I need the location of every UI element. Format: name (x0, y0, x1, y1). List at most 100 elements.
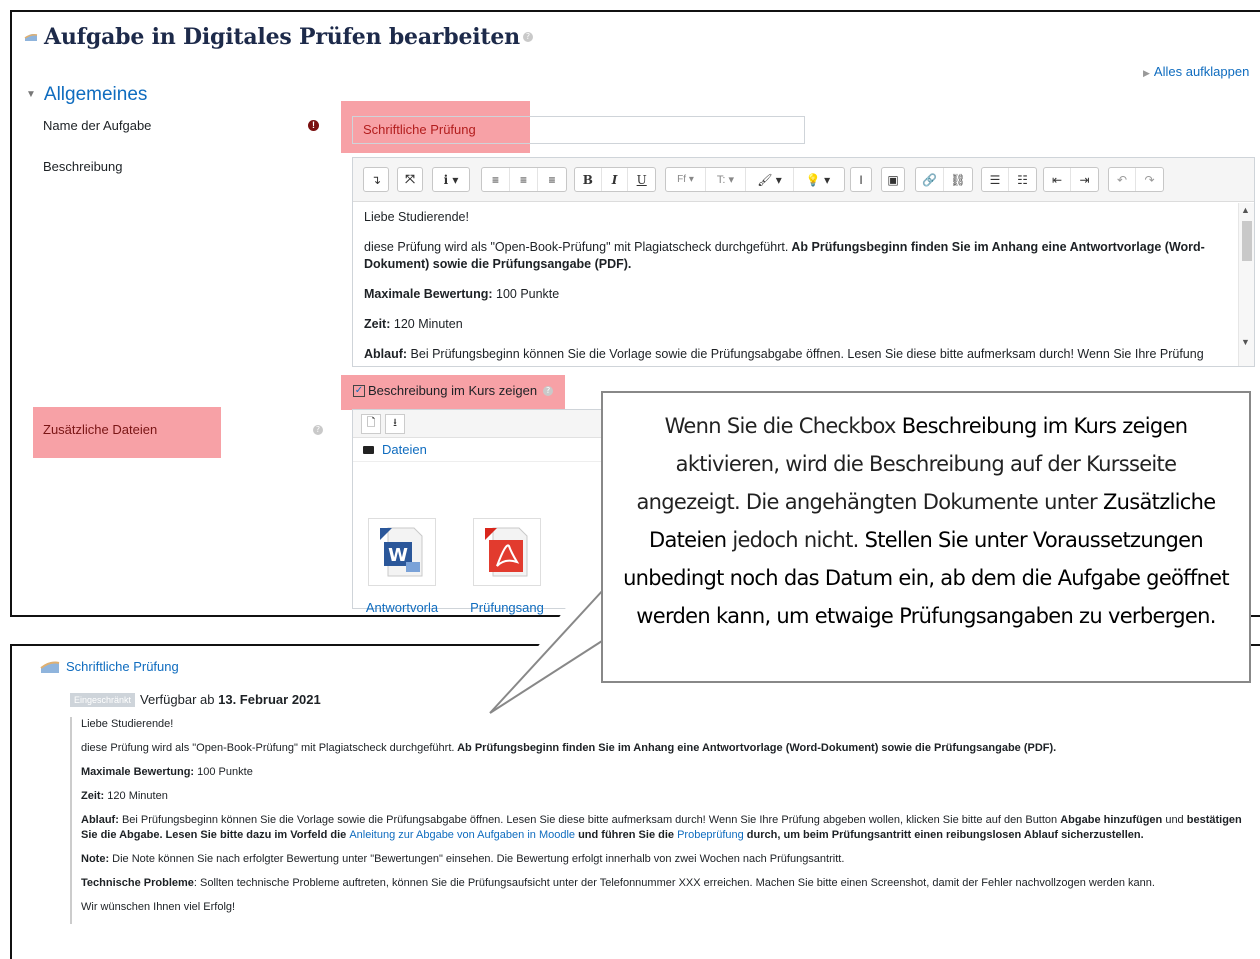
help-icon[interactable]: ? (313, 425, 323, 435)
activity-name: Schriftliche Prüfung (66, 658, 179, 674)
section-general-header[interactable]: ▼ Allgemeines (26, 84, 147, 106)
course-view-panel: Schriftliche Prüfung Eingeschränkt Verfü… (10, 644, 1260, 959)
bullet-list-icon[interactable]: ☰ (982, 168, 1009, 191)
trial-exam-link[interactable]: Probeprüfung (677, 829, 744, 841)
word-file-icon: W (368, 518, 436, 586)
manual-link[interactable]: Anleitung zur Abgabe von Aufgaben in Moo… (349, 829, 575, 841)
add-file-icon[interactable]: 🗋 (361, 413, 381, 434)
description-label: Beschreibung (43, 159, 123, 174)
help-icon[interactable]: ? (522, 32, 533, 42)
files-label: Zusätzliche Dateien (43, 422, 158, 437)
toolbar-group-info: i ▾ (432, 167, 470, 192)
file-tile-word[interactable]: W Antwortvorla (357, 518, 447, 615)
course-flow-label: Ablauf: (81, 814, 119, 826)
align-left-icon[interactable]: ≡ (482, 168, 510, 191)
restricted-badge: Eingeschränkt (70, 692, 136, 707)
desc-flow: Ablauf: Bei Prüfungsbeginn können Sie di… (364, 346, 1227, 363)
desc-paragraph-1: diese Prüfung wird als "Open-Book-Prüfun… (364, 239, 1227, 273)
toolbar-group-clear: I (850, 167, 872, 192)
checkbox-checked-icon[interactable]: ✓ (353, 384, 365, 397)
expand-all-link[interactable]: ▶ Alles aufklappen (1143, 64, 1249, 79)
triangle-right-icon: ▶ (1143, 68, 1150, 78)
file-name: Prüfungsang (470, 600, 544, 615)
file-tile-pdf[interactable]: Prüfungsang (462, 518, 552, 615)
outdent-icon[interactable]: ⇤ (1044, 168, 1071, 191)
fullscreen-icon[interactable]: ⤧ (398, 168, 422, 191)
desc-time-value: 120 Minuten (390, 317, 463, 331)
folder-icon (363, 445, 374, 454)
redo-icon[interactable]: ↷ (1136, 168, 1163, 191)
course-flow: Ablauf: Bei Prüfungsbeginn können Sie di… (81, 813, 1250, 843)
numbered-list-icon[interactable]: ☷ (1009, 168, 1036, 191)
course-flow-2: und (1162, 814, 1187, 826)
toolbar-group-lists: ☰ ☷ (981, 167, 1037, 192)
required-icon: ! (308, 120, 319, 131)
font-family-dropdown-icon[interactable]: Ff ▾ (666, 168, 706, 191)
course-time-value: 120 Minuten (104, 790, 168, 802)
course-time-label: Zeit: (81, 790, 105, 802)
image-icon[interactable]: ▣ (882, 168, 904, 191)
chevron-down-icon: ▼ (26, 89, 36, 101)
show-in-course-label: Beschreibung im Kurs zeigen (368, 383, 538, 398)
italic-icon[interactable]: I (602, 168, 629, 191)
desc-flow-label: Ablauf: (364, 347, 408, 361)
desc-flow-value: Bei Prüfungsbeginn können Sie die Vorlag… (407, 347, 1204, 361)
course-flow-b1: Abgabe hinzufügen (1060, 814, 1163, 826)
align-right-icon[interactable]: ≡ (538, 168, 566, 191)
description-editor[interactable]: ↴ ⤧ i ▾ ≡ ≡ ≡ B I U Ff ▾ T: ▾ 🖌 ▾ 💡 ▾ I … (352, 157, 1255, 367)
help-icon[interactable]: ? (543, 385, 554, 396)
desc-time: Zeit: 120 Minuten (364, 316, 1227, 333)
unlink-icon[interactable]: ⛓ (944, 168, 972, 191)
activity-link[interactable]: Schriftliche Prüfung (40, 658, 179, 674)
course-note-value: Die Note können Sie nach erfolgter Bewer… (109, 853, 845, 865)
course-time: Zeit: 120 Minuten (81, 789, 1250, 804)
undo-icon[interactable]: ↶ (1109, 168, 1136, 191)
editor-scrollbar[interactable]: ▲ ▼ (1238, 203, 1254, 366)
desc-max-value: 100 Punkte (492, 287, 560, 301)
file-manager-path[interactable]: Dateien (353, 438, 603, 462)
clear-format-icon[interactable]: I (851, 168, 871, 191)
desc-max-label: Maximale Bewertung: (364, 287, 493, 301)
editor-toolbar: ↴ ⤧ i ▾ ≡ ≡ ≡ B I U Ff ▾ T: ▾ 🖌 ▾ 💡 ▾ I … (353, 158, 1254, 202)
toolbar-group-style: Ff ▾ T: ▾ 🖌 ▾ 💡 ▾ (665, 167, 845, 192)
callout-bubble: Wenn Sie die Checkbox Beschreibung im Ku… (601, 391, 1251, 683)
page-heading: Aufgabe in Digitales Prüfen bearbeiten ? (24, 24, 533, 50)
desc-p1-plain: diese Prüfung wird als "Open-Book-Prüfun… (364, 240, 789, 254)
course-greeting: Liebe Studierende! (81, 718, 174, 730)
font-color-dropdown-icon[interactable]: 🖌 ▾ (746, 168, 794, 191)
scroll-up-icon[interactable]: ▲ (1241, 205, 1250, 215)
collapse-toolbar-icon[interactable]: ↴ (364, 168, 388, 191)
scroll-thumb[interactable] (1242, 221, 1252, 261)
toolbar-group-align: ≡ ≡ ≡ (481, 167, 567, 192)
course-note-label: Note: (81, 853, 110, 865)
editor-content[interactable]: Liebe Studierende! diese Prüfung wird al… (353, 203, 1238, 366)
download-icon[interactable]: ⭳ (385, 413, 405, 434)
info-dropdown-icon[interactable]: i ▾ (433, 168, 469, 191)
highlight-dropdown-icon[interactable]: 💡 ▾ (794, 168, 842, 191)
course-paragraph-1: diese Prüfung wird als "Open-Book-Prüfun… (81, 741, 1250, 756)
show-in-course-checkbox[interactable]: ✓ Beschreibung im Kurs zeigen ? (353, 383, 554, 398)
desc-time-label: Zeit: (364, 317, 391, 331)
folder-name: Dateien (382, 442, 427, 457)
course-max-label: Maximale Bewertung: (81, 766, 195, 778)
course-tech: Technische Probleme: Sollten technische … (81, 876, 1250, 891)
name-input[interactable]: Schriftliche Prüfung (352, 116, 805, 144)
section-title: Allgemeines (43, 84, 148, 105)
file-manager: 🗋 ⭳ Dateien W Antwortvorla Prüfungsang (352, 409, 604, 615)
callout-text-3: jedoch nicht. (726, 528, 865, 552)
align-center-icon[interactable]: ≡ (510, 168, 538, 191)
scroll-down-icon[interactable]: ▼ (1241, 337, 1250, 347)
course-p1-bold: Ab Prüfungsbeginn finden Sie im Anhang e… (454, 742, 1057, 754)
name-label: Name der Aufgabe (43, 118, 152, 133)
font-size-dropdown-icon[interactable]: T: ▾ (706, 168, 746, 191)
available-from-date: 13. Februar 2021 (218, 692, 321, 707)
toolbar-group-fullscreen: ⤧ (397, 167, 423, 192)
course-tech-value: : Sollten technische Probleme auftreten,… (193, 877, 1155, 889)
toolbar-group-indent: ⇤ ⇥ (1043, 167, 1099, 192)
indent-icon[interactable]: ⇥ (1071, 168, 1098, 191)
bold-icon[interactable]: B (575, 168, 602, 191)
page-title: Aufgabe in Digitales Prüfen bearbeiten (44, 24, 520, 50)
link-icon[interactable]: 🔗 (916, 168, 944, 191)
underline-icon[interactable]: U (628, 168, 655, 191)
availability-info: Eingeschränkt Verfügbar ab 13. Februar 2… (70, 692, 321, 707)
